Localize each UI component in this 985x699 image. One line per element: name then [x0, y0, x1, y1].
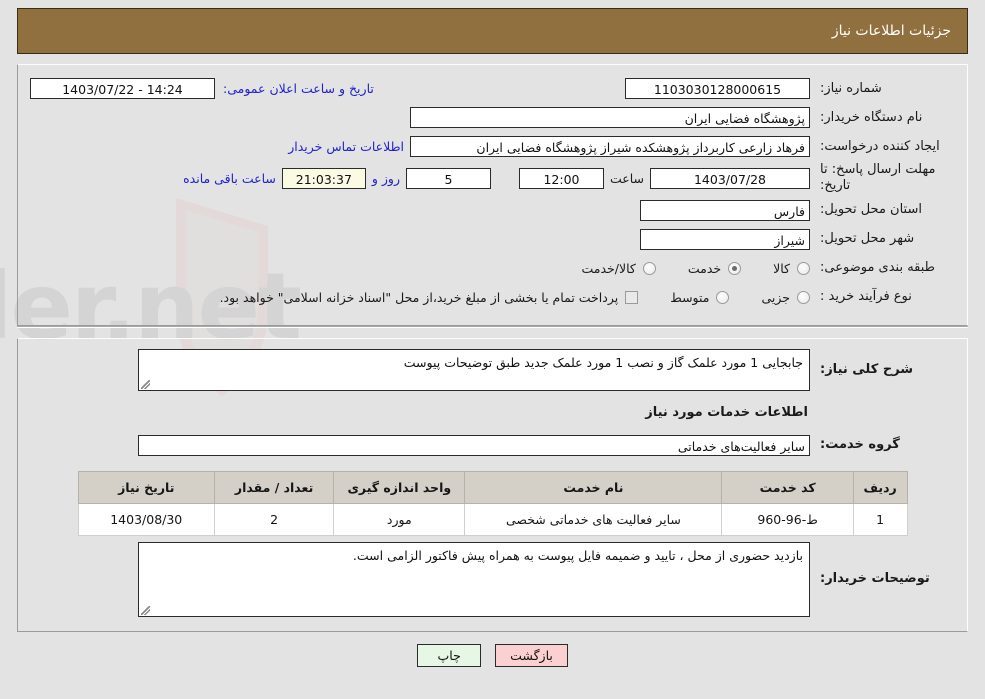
deadline-time-value: 12:00 — [518, 167, 604, 189]
buyer-notes-label: توضیحات خریدار: — [820, 571, 930, 587]
buyer-org-label: نام دستگاه خریدار: — [820, 109, 923, 125]
service-group-value: سایر فعالیت‌های خدماتی — [138, 434, 810, 456]
days-remaining-value: 5 — [405, 167, 491, 189]
footer-button-bar: بازگشت چاپ — [17, 643, 968, 667]
service-group-label: گروه خدمت: — [820, 437, 900, 453]
radio-icon[interactable] — [797, 261, 810, 275]
table-row: 1 ط-96-960 سایر فعالیت های خدماتی شخصی م… — [77, 502, 908, 536]
col-name: نام خدمت — [464, 470, 723, 504]
print-button[interactable]: چاپ — [417, 643, 482, 667]
creator-label: ایجاد کننده درخواست: — [820, 138, 940, 154]
province-value: فارس — [640, 199, 810, 221]
category-radio-group: کالا خدمت کالا/خدمت — [549, 261, 810, 276]
col-radif: ردیف — [852, 470, 908, 504]
row-province: استان محل تحویل: فارس — [30, 197, 955, 224]
cell-name: سایر فعالیت های خدماتی شخصی — [464, 502, 723, 536]
services-table: ردیف کد خدمت نام خدمت واحد اندازه گیری ت… — [77, 470, 908, 536]
col-code: کد خدمت — [721, 470, 854, 504]
remaining-suffix-label: ساعت باقی مانده — [183, 170, 276, 186]
buyer-org-value: پژوهشگاه فضایی ایران — [410, 107, 810, 128]
row-service-group: گروه خدمت: سایر فعالیت‌های خدماتی — [30, 432, 955, 459]
need-desc-textarea[interactable]: جابجایی 1 مورد علمک گاز و نصب 1 مورد علم… — [138, 348, 810, 391]
cell-code: ط-96-960 — [721, 502, 854, 536]
col-date: تاریخ نیاز — [77, 470, 215, 504]
row-creator: ایجاد کننده درخواست: فرهاد زارعی کاربردا… — [30, 133, 955, 160]
category-option-khedmat[interactable]: خدمت — [687, 260, 742, 276]
time-remaining-value: 21:03:37 — [281, 167, 366, 189]
radio-icon[interactable] — [642, 261, 656, 275]
row-need-desc: شرح کلی نیاز: جابجایی 1 مورد علمک گاز و … — [30, 348, 955, 391]
category-option-label: خدمت — [687, 260, 722, 276]
buyer-contact-link[interactable]: اطلاعات تماس خریدار — [282, 139, 410, 154]
row-buyer-notes: توضیحات خریدار: بازدید حضوری از محل ، تا… — [30, 541, 955, 617]
checkbox-icon[interactable] — [625, 290, 639, 304]
category-option-kala[interactable]: کالا — [773, 261, 810, 276]
services-section-title: اطلاعات خدمات مورد نیاز — [645, 404, 808, 420]
category-option-label: کالا — [773, 260, 790, 276]
need-info-panel: شماره نیاز: 1103030128000615 تاریخ و ساع… — [17, 64, 968, 326]
creator-value: فرهاد زارعی کاربرداز پژوهشکده شیراز پژوه… — [410, 136, 810, 157]
process-label: نوع فرآیند خرید : — [820, 289, 912, 305]
row-buyer-org: نام دستگاه خریدار: پژوهشگاه فضایی ایران — [30, 104, 955, 131]
col-unit: واحد اندازه گیری — [333, 470, 466, 504]
row-category: طبقه بندی موضوعی: کالا خدمت کالا/خدمت — [30, 255, 955, 282]
need-number-label: شماره نیاز: — [820, 80, 882, 96]
back-button[interactable]: بازگشت — [495, 643, 568, 667]
province-label: استان محل تحویل: — [820, 202, 922, 218]
category-option-label: کالا/خدمت — [581, 260, 636, 276]
cell-date: 1403/08/30 — [77, 502, 215, 536]
process-option-jozee[interactable]: جزیی — [761, 290, 810, 305]
services-panel: شرح کلی نیاز: جابجایی 1 مورد علمک گاز و … — [17, 337, 968, 632]
col-quantity: تعداد / مقدار — [213, 470, 335, 504]
radio-icon[interactable] — [728, 261, 742, 275]
row-need-number: شماره نیاز: 1103030128000615 تاریخ و ساع… — [30, 75, 955, 102]
category-label: طبقه بندی موضوعی: — [820, 260, 936, 276]
deadline-date-value: 1403/07/28 — [650, 167, 810, 189]
city-value: شیراز — [640, 228, 810, 250]
radio-icon[interactable] — [797, 290, 810, 304]
deadline-label: مهلت ارسال پاسخ: تا تاریخ: — [820, 162, 936, 194]
need-desc-label: شرح کلی نیاز: — [820, 361, 914, 377]
page-title: جزئیات اطلاعات نیاز — [831, 23, 951, 39]
treasury-checkbox-label: پرداخت تمام یا بخشی از مبلغ خرید،از محل … — [219, 289, 619, 305]
process-option-label: متوسط — [670, 289, 710, 305]
services-table-wrap: ردیف کد خدمت نام خدمت واحد اندازه گیری ت… — [30, 470, 955, 536]
hour-label: ساعت — [609, 170, 644, 186]
row-city: شهر محل تحویل: شیراز — [30, 226, 955, 253]
page-title-bar: جزئیات اطلاعات نیاز — [17, 8, 968, 54]
table-header-row: ردیف کد خدمت نام خدمت واحد اندازه گیری ت… — [77, 470, 908, 504]
row-process: نوع فرآیند خرید : جزیی متوسط پرداخت تمام… — [30, 284, 955, 311]
process-option-label: جزیی — [761, 289, 790, 305]
buyer-notes-textarea[interactable]: بازدید حضوری از محل ، تایید و ضمیمه فایل… — [138, 541, 810, 617]
category-option-kala-khedmat[interactable]: کالا/خدمت — [581, 260, 656, 276]
cell-radif: 1 — [852, 502, 908, 536]
cell-quantity: 2 — [213, 502, 335, 536]
public-announce-value: 14:24 - 1403/07/22 — [30, 78, 215, 99]
need-number-value: 1103030128000615 — [625, 78, 810, 99]
city-label: شهر محل تحویل: — [820, 231, 915, 247]
treasury-checkbox-row[interactable]: پرداخت تمام یا بخشی از مبلغ خرید،از محل … — [220, 290, 639, 305]
page-root: جزئیات اطلاعات نیاز شماره نیاز: 11030301… — [17, 8, 968, 667]
row-deadline: مهلت ارسال پاسخ: تا تاریخ: 1403/07/28 سا… — [30, 162, 955, 195]
cell-unit: مورد — [333, 502, 466, 536]
public-announce-label: تاریخ و ساعت اعلان عمومی: — [223, 81, 374, 96]
radio-icon[interactable] — [716, 290, 730, 304]
process-radio-group: جزیی متوسط — [638, 290, 810, 305]
days-label: روز و — [371, 170, 400, 186]
section-divider — [17, 325, 968, 328]
process-option-motevaset[interactable]: متوسط — [670, 289, 730, 305]
